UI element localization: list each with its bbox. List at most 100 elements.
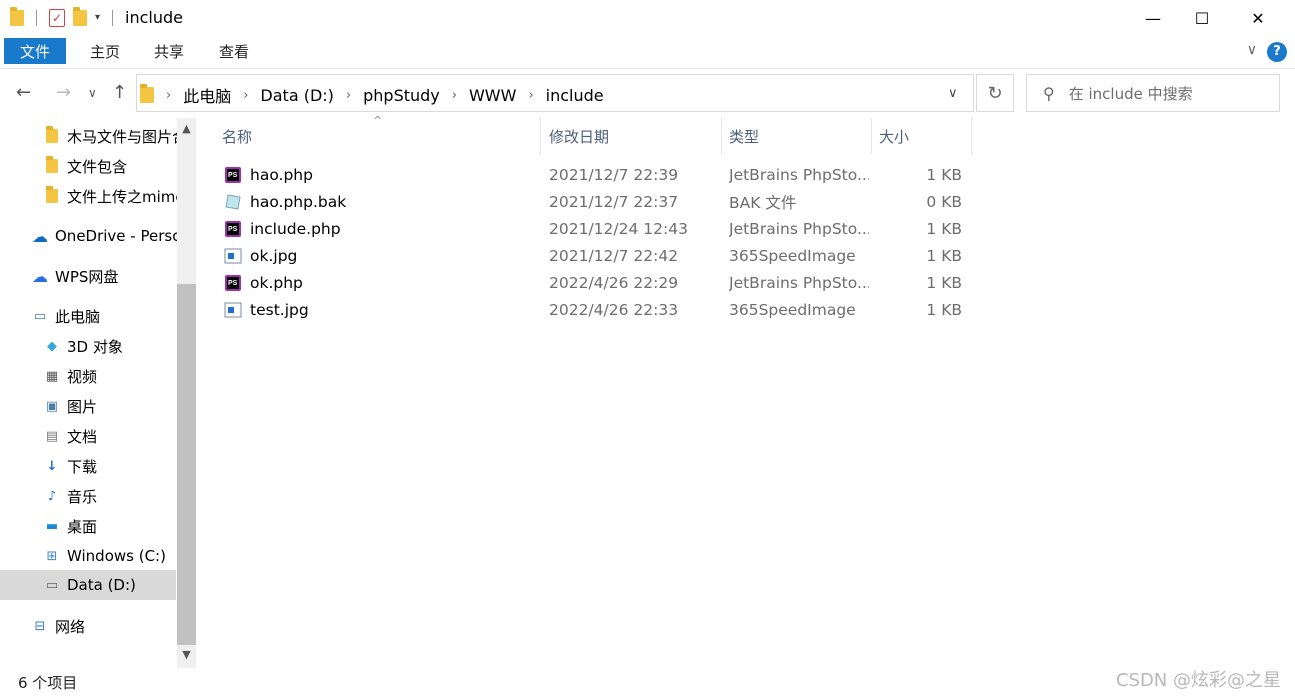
breadcrumb-include[interactable]: include bbox=[546, 86, 604, 105]
computer-icon: ▭ bbox=[33, 308, 47, 324]
tab-file[interactable]: 文件 bbox=[4, 38, 67, 64]
sidebar-item-trojan-folder[interactable]: 木马文件与图片合 bbox=[0, 121, 178, 151]
recent-locations-button[interactable]: ∨ bbox=[88, 86, 97, 100]
phpstorm-file-icon: PS bbox=[224, 166, 242, 184]
table-row[interactable]: PS hao.php 2021/12/7 22:39 JetBrains PhpS… bbox=[222, 161, 972, 188]
back-button[interactable]: ← bbox=[16, 82, 31, 103]
column-header-date[interactable]: 修改日期 bbox=[549, 118, 719, 154]
sidebar-item-music[interactable]: ♪ 音乐 bbox=[0, 481, 178, 511]
minimize-button[interactable]: — bbox=[1130, 0, 1176, 36]
scroll-down-icon[interactable]: ▼ bbox=[177, 648, 196, 666]
music-icon: ♪ bbox=[47, 488, 57, 504]
chevron-right-icon[interactable]: › bbox=[166, 88, 171, 103]
file-type: JetBrains PhpSto... bbox=[729, 273, 869, 292]
divider bbox=[36, 9, 37, 26]
file-date: 2021/12/7 22:37 bbox=[549, 192, 679, 211]
bak-file-icon bbox=[224, 193, 242, 211]
properties-icon[interactable]: ✓ bbox=[49, 8, 65, 27]
file-type: 365SpeedImage bbox=[729, 300, 856, 319]
divider[interactable] bbox=[971, 118, 972, 154]
file-size: 1 KB bbox=[926, 300, 962, 319]
tab-home[interactable]: 主页 bbox=[74, 38, 136, 64]
sidebar-item-onedrive[interactable]: ☁ OneDrive - Perso bbox=[0, 221, 178, 251]
divider[interactable] bbox=[871, 118, 872, 154]
sidebar-item-drive-d[interactable]: ▭ Data (D:) bbox=[0, 570, 176, 600]
file-type: JetBrains PhpSto... bbox=[729, 165, 869, 184]
wps-cloud-icon: ☁ bbox=[32, 266, 48, 286]
sidebar-item-desktop[interactable]: ▬ 桌面 bbox=[0, 511, 178, 541]
divider[interactable] bbox=[721, 118, 722, 154]
maximize-button[interactable]: ☐ bbox=[1179, 0, 1225, 36]
chevron-right-icon[interactable]: › bbox=[528, 88, 533, 103]
file-date: 2021/12/24 12:43 bbox=[549, 219, 688, 238]
column-header-name[interactable]: 名称 bbox=[222, 118, 540, 154]
video-icon: ▦ bbox=[45, 368, 59, 384]
sidebar-item-this-pc[interactable]: ▭ 此电脑 bbox=[0, 301, 178, 331]
status-item-count: 6 个项目 bbox=[18, 674, 78, 692]
svg-text:PS: PS bbox=[228, 280, 238, 287]
search-input[interactable]: ⚲ 在 include 中搜索 bbox=[1026, 74, 1280, 112]
tab-view[interactable]: 查看 bbox=[203, 38, 265, 64]
file-size: 1 KB bbox=[926, 246, 962, 265]
breadcrumb-this-pc[interactable]: 此电脑 bbox=[183, 83, 231, 107]
chevron-right-icon[interactable]: › bbox=[346, 88, 351, 103]
customize-toolbar-icon[interactable]: ▾ bbox=[95, 12, 100, 23]
folder-icon bbox=[44, 186, 60, 204]
folder-icon bbox=[10, 6, 24, 26]
onedrive-icon: ☁ bbox=[32, 226, 48, 246]
refresh-button[interactable]: ↻ bbox=[976, 74, 1014, 112]
file-date: 2022/4/26 22:29 bbox=[549, 273, 679, 292]
table-row[interactable]: ok.jpg 2021/12/7 22:42 365SpeedImage 1 K… bbox=[222, 242, 972, 269]
sidebar-item-drive-c[interactable]: ⊞ Windows (C:) bbox=[0, 541, 178, 571]
watermark: CSDN @炫彩@之星 bbox=[1115, 670, 1281, 691]
sidebar-item-documents[interactable]: ▤ 文档 bbox=[0, 421, 178, 451]
sidebar-item-file-include[interactable]: 文件包含 bbox=[0, 151, 178, 181]
breadcrumb-www[interactable]: WWW bbox=[469, 86, 516, 105]
desktop-icon: ▬ bbox=[45, 518, 59, 534]
search-placeholder: 在 include 中搜索 bbox=[1068, 84, 1193, 103]
refresh-icon: ↻ bbox=[987, 82, 1003, 104]
3d-objects-icon: ◆ bbox=[47, 338, 57, 354]
breadcrumb-phpstudy[interactable]: phpStudy bbox=[363, 86, 440, 105]
sidebar-item-wps[interactable]: ☁ WPS网盘 bbox=[0, 261, 178, 291]
download-icon: ↓ bbox=[46, 458, 58, 474]
sidebar-item-downloads[interactable]: ↓ 下载 bbox=[0, 451, 178, 481]
file-size: 1 KB bbox=[926, 219, 962, 238]
forward-button[interactable]: → bbox=[56, 82, 71, 103]
sidebar-item-videos[interactable]: ▦ 视频 bbox=[0, 361, 178, 391]
pictures-icon: ▣ bbox=[45, 398, 59, 414]
column-header-type[interactable]: 类型 bbox=[729, 118, 869, 154]
sidebar-item-3d-objects[interactable]: ◆ 3D 对象 bbox=[0, 331, 178, 361]
address-dropdown-icon[interactable]: ∨ bbox=[948, 86, 958, 101]
table-row[interactable]: PS ok.php 2022/4/26 22:29 JetBrains PhpSt… bbox=[222, 269, 972, 296]
ribbon-expand-icon[interactable]: ∨ bbox=[1247, 42, 1257, 58]
breadcrumb-data-d[interactable]: Data (D:) bbox=[260, 86, 333, 105]
sidebar-item-network[interactable]: ⊟ 网络 bbox=[0, 611, 178, 641]
divider[interactable] bbox=[540, 118, 541, 154]
up-button[interactable]: ↑ bbox=[112, 82, 127, 103]
search-icon: ⚲ bbox=[1043, 83, 1055, 103]
chevron-right-icon[interactable]: › bbox=[452, 88, 457, 103]
file-size: 1 KB bbox=[926, 165, 962, 184]
file-type: BAK 文件 bbox=[729, 193, 797, 212]
scroll-up-icon[interactable]: ▲ bbox=[177, 122, 196, 140]
file-name: ok.jpg bbox=[250, 246, 298, 265]
drive-d-icon: ▭ bbox=[45, 577, 59, 593]
scrollbar-thumb[interactable] bbox=[177, 284, 196, 645]
table-row[interactable]: test.jpg 2022/4/26 22:33 365SpeedImage 1… bbox=[222, 296, 972, 323]
close-button[interactable]: ✕ bbox=[1235, 0, 1281, 36]
sidebar-item-upload-mime[interactable]: 文件上传之mime bbox=[0, 181, 178, 211]
window-title: include bbox=[125, 8, 183, 27]
phpstorm-file-icon: PS bbox=[224, 274, 242, 292]
table-row[interactable]: hao.php.bak 2021/12/7 22:37 BAK 文件 0 KB bbox=[222, 188, 972, 215]
chevron-right-icon[interactable]: › bbox=[243, 88, 248, 103]
sidebar-item-pictures[interactable]: ▣ 图片 bbox=[0, 391, 178, 421]
new-folder-icon[interactable] bbox=[73, 6, 87, 26]
documents-icon: ▤ bbox=[45, 428, 59, 444]
help-icon[interactable]: ? bbox=[1267, 42, 1287, 62]
tab-share[interactable]: 共享 bbox=[138, 38, 200, 64]
column-header-size[interactable]: 大小 bbox=[879, 118, 969, 154]
file-type: JetBrains PhpSto... bbox=[729, 219, 869, 238]
table-row[interactable]: PS include.php 2021/12/24 12:43 JetBrains… bbox=[222, 215, 972, 242]
file-date: 2021/12/7 22:39 bbox=[549, 165, 679, 184]
